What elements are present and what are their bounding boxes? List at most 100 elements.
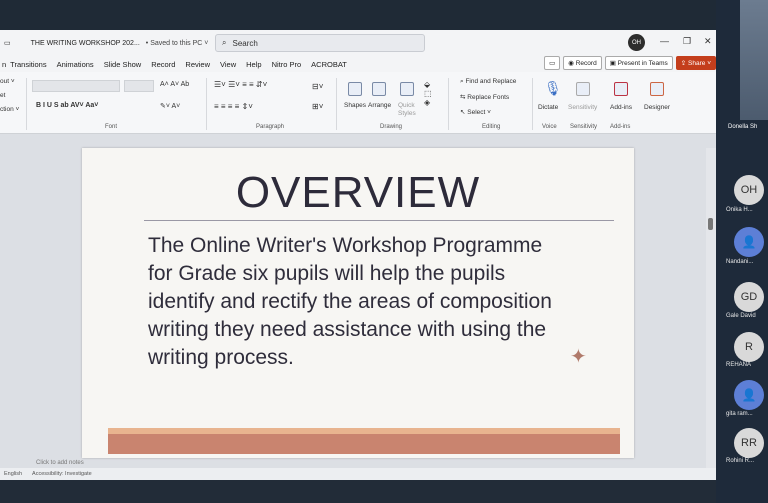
participant-name-top: Donella Sh (728, 124, 758, 130)
restore-button[interactable]: ❐ (683, 36, 691, 47)
share-label: Share (688, 60, 706, 67)
addins-group-label: Add-ins (610, 124, 631, 130)
sensitivity-group-label: Sensitivity (570, 124, 598, 130)
title-bar: ▭ THE WRITING WORKSHOP 202... • Saved to… (0, 30, 716, 56)
editing-group-label: Editing (482, 124, 501, 130)
autosave-icon[interactable]: ▭ (4, 39, 11, 47)
shapes-label[interactable]: Shapes (344, 102, 366, 109)
status-bar: English Accessibility: Investigate (0, 468, 716, 480)
font-grow-shrink-icon[interactable]: A˄ A˅ Ab (160, 81, 189, 88)
dictate-label[interactable]: Dictate (538, 104, 558, 111)
font-color-icons[interactable]: ✎˅ A˅ (160, 102, 180, 110)
slide-body-text[interactable]: The Online Writer's Workshop Programme f… (148, 232, 568, 372)
notes-placeholder[interactable]: Click to add notes (36, 460, 84, 466)
document-title[interactable]: THE WRITING WORKSHOP 202... (31, 40, 140, 47)
tab-view[interactable]: View (220, 60, 236, 69)
replace-fonts-label: Replace Fonts (467, 94, 510, 101)
layout-fragment[interactable]: out ˅ (0, 78, 15, 85)
smartart-icon[interactable]: ⊞˅ (312, 102, 323, 111)
accessibility-status[interactable]: Accessibility: Investigate (32, 471, 92, 477)
designer-label[interactable]: Designer (644, 104, 670, 111)
slide-workspace: OVERVIEW The Online Writer's Workshop Pr… (0, 134, 716, 480)
text-direction-icon[interactable]: ⊟˅ (312, 82, 323, 91)
find-replace-button[interactable]: ⌕ Find and Replace (460, 78, 516, 86)
tab-transitions[interactable]: Transitions (10, 60, 46, 69)
slide-title[interactable]: OVERVIEW (82, 168, 634, 218)
participant-name: gita ram... (726, 411, 753, 417)
sensitivity-icon[interactable] (576, 82, 590, 96)
record-button[interactable]: ◉ Record (563, 56, 602, 70)
search-box[interactable]: ⌕ Search (215, 34, 425, 52)
tab-animations[interactable]: Animations (57, 60, 94, 69)
participant-avatar[interactable]: 👤 (734, 227, 764, 257)
participant-avatar[interactable]: GD (734, 282, 764, 312)
find-replace-label: Find and Replace (465, 78, 517, 85)
shapes-icon[interactable] (348, 82, 362, 96)
quick-styles-label[interactable]: Quick Styles (398, 102, 420, 118)
participant-avatar[interactable]: R (734, 332, 764, 362)
designer-icon[interactable] (650, 82, 664, 96)
participant-name: Nandani... (726, 259, 754, 265)
microphone-icon[interactable]: 🎙 (544, 80, 562, 97)
tab-record[interactable]: Record (151, 60, 175, 69)
select-button[interactable]: ↖ Select ˅ (460, 108, 491, 116)
slide-canvas[interactable]: OVERVIEW The Online Writer's Workshop Pr… (82, 148, 634, 458)
tab-review[interactable]: Review (185, 60, 210, 69)
ribbon-separator (206, 78, 207, 130)
tab-help[interactable]: Help (246, 60, 261, 69)
reset-fragment[interactable]: et (0, 92, 5, 99)
title-divider (144, 220, 614, 221)
tab-fragment[interactable]: n (2, 60, 6, 69)
language-status[interactable]: English (4, 471, 22, 477)
quick-styles-icon[interactable] (400, 82, 414, 96)
search-placeholder: Search (232, 38, 258, 48)
meeting-participants-panel: Donella Sh OH Onika H... 👤 Nandani... GD… (716, 0, 768, 503)
participant-name: Gale David (726, 313, 756, 319)
shape-fill-icons[interactable]: ⬙ ⬚ ◈ (424, 80, 432, 107)
ribbon-separator (532, 78, 533, 130)
save-status[interactable]: • Saved to this PC ˅ (146, 40, 209, 47)
present-label: Present in Teams (617, 60, 668, 67)
footer-band (108, 434, 620, 454)
present-in-teams-button[interactable]: ▣ Present in Teams (604, 56, 673, 70)
font-name-dropdown[interactable] (32, 80, 120, 92)
drawing-group-label: Drawing (380, 124, 403, 130)
minimize-button[interactable]: — (660, 36, 669, 46)
tab-slide-show[interactable]: Slide Show (104, 60, 142, 69)
tab-acrobat[interactable]: ACROBAT (311, 60, 347, 69)
user-avatar[interactable]: OH (628, 34, 645, 51)
screen-bezel (0, 480, 716, 503)
list-icons[interactable]: ☰˅ ☰˅ ≡ ≡ ⇵˅ (214, 80, 267, 89)
ribbon-tabs: n Transitions Animations Slide Show Reco… (0, 56, 716, 72)
participant-avatar[interactable]: OH (734, 175, 764, 205)
arrange-label[interactable]: Arrange (368, 102, 391, 109)
participant-avatar[interactable]: RR (734, 428, 764, 458)
video-thumbnail[interactable] (740, 0, 768, 120)
scrollbar-thumb[interactable] (708, 218, 713, 230)
align-icons[interactable]: ≡ ≡ ≡ ≡ ⇕˅ (214, 102, 253, 111)
select-label: Select ˅ (467, 109, 491, 116)
section-fragment[interactable]: ction ˅ (0, 106, 19, 113)
person-icon: 👤 (741, 235, 757, 249)
sensitivity-label[interactable]: Sensitivity (568, 104, 597, 111)
close-button[interactable]: ✕ (704, 36, 712, 47)
powerpoint-window: ▭ THE WRITING WORKSHOP 202... • Saved to… (0, 30, 716, 480)
arrange-icon[interactable] (372, 82, 386, 96)
share-button[interactable]: ⇪ Share ˅ (675, 56, 716, 70)
font-group-label: Font (105, 124, 118, 130)
record-label: Record (575, 60, 597, 67)
replace-fonts-button[interactable]: ⇆ Replace Fonts (460, 93, 509, 101)
participant-name: Rohini R... (726, 458, 755, 464)
addins-icon[interactable] (614, 82, 628, 96)
person-icon: 👤 (741, 388, 757, 402)
participant-avatar[interactable]: 👤 (734, 380, 764, 410)
ribbon-separator (448, 78, 449, 130)
bold-italic-underline-icons[interactable]: B I U S ab AV˅ Aa˅ (36, 102, 98, 109)
vertical-scrollbar[interactable] (706, 148, 716, 478)
ribbon-separator (26, 78, 27, 130)
tab-nitro-pro[interactable]: Nitro Pro (272, 60, 302, 69)
comments-icon[interactable]: ▭ (544, 56, 561, 70)
addins-label[interactable]: Add-ins (610, 104, 632, 111)
search-icon: ⌕ (222, 38, 227, 47)
font-size-dropdown[interactable] (124, 80, 154, 92)
